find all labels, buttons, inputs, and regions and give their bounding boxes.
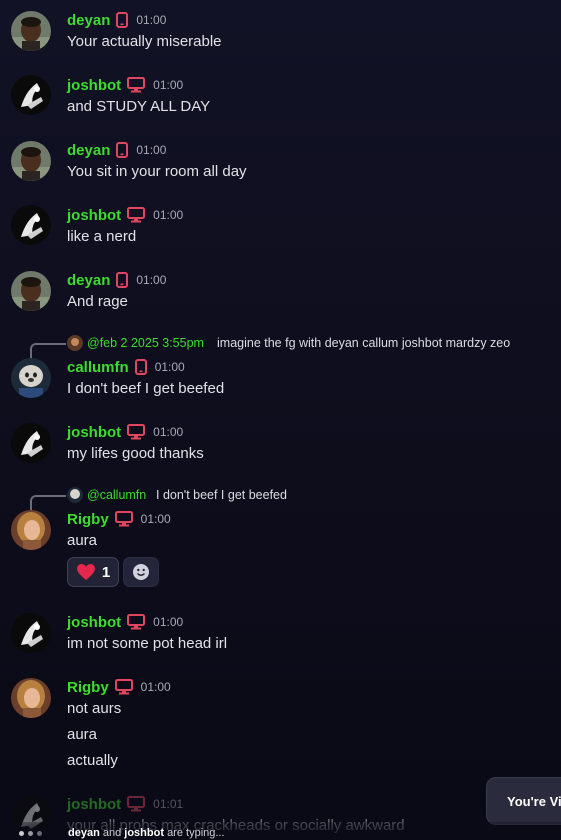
avatar-deyan[interactable] <box>11 141 51 181</box>
mobile-icon <box>116 272 129 288</box>
reaction-count: 1 <box>101 563 111 581</box>
desktop-icon <box>114 511 133 527</box>
message-text: not aurs <box>67 700 122 717</box>
timestamp: 01:00 <box>136 13 167 27</box>
timestamp: 01:00 <box>153 208 184 222</box>
message-text: actually <box>67 752 118 769</box>
avatar-joshbot[interactable] <box>11 205 51 245</box>
desktop-icon <box>127 424 146 440</box>
smiley-icon <box>133 564 149 580</box>
username[interactable]: joshbot <box>67 77 121 94</box>
message-text: Your actually miserable <box>67 33 222 50</box>
reply-mention[interactable]: @feb 2 2025 3:55pm <box>87 336 204 350</box>
username[interactable]: joshbot <box>67 796 121 813</box>
message-text: im not some pot head irl <box>67 635 228 652</box>
typing-dots-icon <box>19 831 42 836</box>
reply-connector <box>30 343 66 359</box>
timestamp: 01:00 <box>136 143 167 157</box>
timestamp: 01:01 <box>153 797 184 811</box>
desktop-icon <box>127 77 146 93</box>
avatar-joshbot[interactable] <box>11 423 51 463</box>
message-text: like a nerd <box>67 228 137 245</box>
mobile-icon <box>116 12 129 28</box>
typing-user: deyan <box>68 827 100 839</box>
message-text: aura <box>67 532 98 549</box>
mobile-icon <box>134 359 147 375</box>
timestamp: 01:00 <box>153 425 184 439</box>
timestamp: 01:00 <box>153 78 184 92</box>
typing-indicator: deyan and joshbot are typing... <box>0 822 561 840</box>
toast-label: You're Vie <box>507 793 561 809</box>
heart-icon <box>76 564 95 580</box>
username[interactable]: joshbot <box>67 424 121 441</box>
username[interactable]: callumfn <box>67 359 129 376</box>
desktop-icon <box>127 614 146 630</box>
typing-text: deyan and joshbot are typing... <box>68 827 225 839</box>
avatar-joshbot[interactable] <box>11 75 51 115</box>
avatar-joshbot[interactable] <box>11 613 51 653</box>
desktop-icon <box>114 679 133 695</box>
avatar-deyan[interactable] <box>11 11 51 51</box>
avatar-callumfn[interactable] <box>11 358 51 398</box>
timestamp: 01:00 <box>140 512 171 526</box>
avatar-deyan[interactable] <box>11 271 51 311</box>
add-reaction-button[interactable] <box>123 557 159 587</box>
chat-channel: deyan 01:00 Your actually miserable josh… <box>0 0 561 840</box>
reply-avatar <box>67 487 83 503</box>
timestamp: 01:00 <box>154 360 185 374</box>
message-text: aura <box>67 726 98 743</box>
message-text: I don't beef I get beefed <box>67 380 225 397</box>
username[interactable]: deyan <box>67 272 110 289</box>
reply-mention[interactable]: @callumfn <box>87 488 146 502</box>
desktop-icon <box>127 796 146 812</box>
timestamp: 01:00 <box>140 680 171 694</box>
message-text: And rage <box>67 293 128 310</box>
message-text: my lifes good thanks <box>67 445 204 462</box>
username[interactable]: Rigby <box>67 679 109 696</box>
reply-quote[interactable]: I don't beef I get beefed <box>156 488 287 502</box>
avatar-rigby[interactable] <box>11 510 51 550</box>
message-text: You sit in your room all day <box>67 163 247 180</box>
username[interactable]: joshbot <box>67 614 121 631</box>
typing-suffix: are typing... <box>167 827 225 839</box>
username[interactable]: Rigby <box>67 511 109 528</box>
message-text: and STUDY ALL DAY <box>67 98 211 115</box>
timestamp: 01:00 <box>153 615 184 629</box>
mobile-icon <box>116 142 129 158</box>
username[interactable]: deyan <box>67 12 110 29</box>
username[interactable]: deyan <box>67 142 110 159</box>
reaction-heart-button[interactable]: 1 <box>67 557 119 587</box>
viewing-toast[interactable]: You're Vie <box>486 777 561 825</box>
timestamp: 01:00 <box>136 273 167 287</box>
reply-avatar <box>67 335 83 351</box>
username[interactable]: joshbot <box>67 207 121 224</box>
reply-quote[interactable]: imagine the fg with deyan callum joshbot… <box>217 336 510 350</box>
typing-joiner: and <box>102 827 122 839</box>
desktop-icon <box>127 207 146 223</box>
avatar-rigby[interactable] <box>11 678 51 718</box>
typing-user: joshbot <box>124 827 164 839</box>
reply-connector <box>30 495 66 511</box>
